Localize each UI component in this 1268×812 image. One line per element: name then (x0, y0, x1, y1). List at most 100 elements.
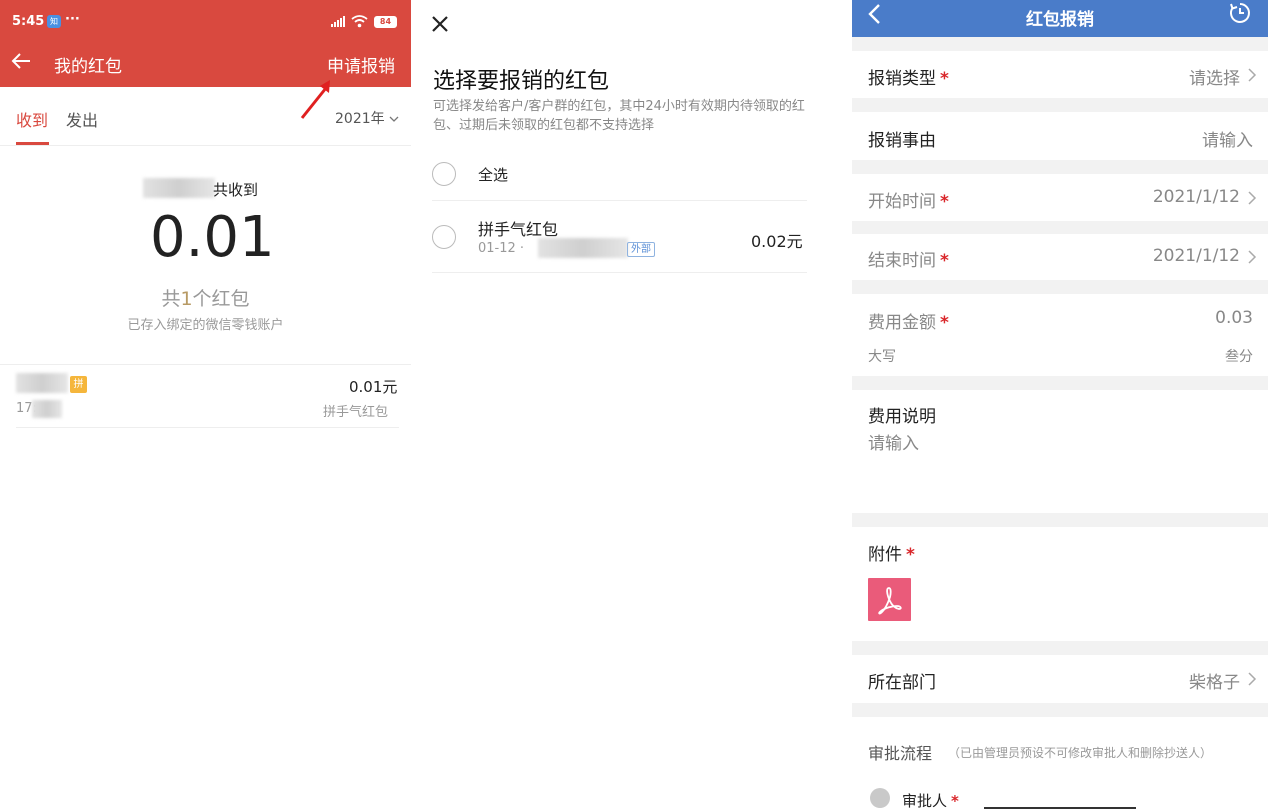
history-icon[interactable] (1228, 1, 1252, 25)
blurred-name (538, 238, 628, 258)
field-label: 报销事由 (868, 131, 936, 151)
tab-received[interactable]: 收到 (16, 107, 48, 131)
packet-count: 共1个红包 (0, 284, 411, 311)
signal-icon (331, 16, 345, 27)
annotation-arrow-icon (300, 80, 330, 119)
description: 可选择发给客户/客户群的红包，其中24小时有效期内待领取的红包、过期后未领取的红… (433, 99, 805, 133)
field-label-text: 附件 (868, 545, 902, 565)
field-description[interactable]: 费用说明 请输入 (852, 390, 1268, 513)
select-all-radio[interactable] (432, 162, 456, 186)
field-attachment: 附件 * (852, 527, 1268, 641)
page-title: 我的红包 (54, 57, 122, 77)
page-title: 红包报销 (1026, 10, 1094, 30)
blurred-time (32, 400, 62, 418)
chevron-right-icon (1248, 191, 1257, 205)
field-label: 费用金额 * (868, 308, 949, 333)
back-arrow-icon[interactable] (10, 50, 32, 72)
field-label: 开始时间 * (868, 187, 949, 212)
wallet-note: 已存入绑定的微信零钱账户 (127, 318, 284, 333)
field-label: 结束时间 * (868, 246, 949, 271)
pdf-symbol-icon (878, 587, 902, 615)
item-amount: 0.01元 (349, 378, 398, 396)
approver-label: 审批人 * (902, 790, 959, 811)
item-date: 01-12 · (478, 241, 525, 256)
field-amount[interactable]: 费用金额 * 0.03 大写 叁分 (852, 294, 1268, 376)
apply-reimbursement-button[interactable]: 申请报销 (327, 52, 395, 77)
divider (0, 364, 411, 365)
close-icon[interactable] (430, 14, 450, 34)
required-mark: * (906, 545, 915, 565)
field-label: 报销类型 * (868, 64, 949, 89)
external-badge: 外部 (627, 242, 655, 257)
caps-label: 大写 (868, 349, 896, 365)
status-bar: 5:45 知 ··· 84 (0, 8, 411, 36)
required-mark: * (951, 792, 959, 810)
status-time: 5:45 (12, 14, 45, 29)
count-prefix: 共 (161, 288, 181, 310)
field-start-time[interactable]: 开始时间 * 2021/1/12 (852, 174, 1268, 221)
field-value: 请选择 (1189, 69, 1240, 89)
chevron-right-icon (1248, 250, 1257, 264)
field-label: 审批流程 (868, 744, 933, 763)
wifi-icon (351, 15, 368, 28)
chevron-right-icon (1248, 68, 1257, 82)
tab-sent[interactable]: 发出 (66, 107, 98, 131)
field-value: 柴格子 (1189, 673, 1240, 693)
field-value: 2021/1/12 (1152, 187, 1240, 207)
divider (0, 145, 411, 146)
page-title: 选择要报销的红包 (433, 69, 610, 94)
approver-placeholder-bar (984, 807, 1136, 809)
field-label: 附件 * (868, 540, 915, 565)
caps-value: 叁分 (1225, 349, 1253, 365)
blurred-name (143, 178, 215, 198)
field-label-text: 开始时间 (868, 192, 936, 212)
select-packet-screen: 选择要报销的红包 可选择发给客户/客户群的红包，其中24小时有效期内待领取的红包… (411, 0, 852, 812)
divider (16, 427, 399, 428)
field-department[interactable]: 所在部门 柴格子 (852, 655, 1268, 703)
field-value: 2021/1/12 (1152, 246, 1240, 266)
battery-icon: 84 (374, 16, 397, 28)
red-packet-screen: 5:45 知 ··· 84 我的红包 申请报销 收到 发出 2021年 共收到 … (0, 0, 411, 812)
field-type[interactable]: 报销类型 * 请选择 (852, 51, 1268, 98)
divider (432, 200, 807, 201)
required-mark: * (940, 313, 949, 333)
required-mark: * (940, 192, 949, 212)
item-title: 拼手气红包 (478, 220, 559, 239)
reason-input[interactable]: 请输入 (1202, 126, 1253, 151)
app-header: 红包报销 (852, 0, 1268, 37)
select-all-label[interactable]: 全选 (478, 164, 508, 185)
pin-badge: 拼 (70, 376, 87, 393)
app-header: 5:45 知 ··· 84 我的红包 申请报销 (0, 0, 411, 87)
approver-label-text: 审批人 (902, 792, 948, 810)
flow-note: （已由管理员预设不可修改审批人和删除抄送人） (948, 746, 1213, 760)
field-label-text: 报销类型 (868, 69, 936, 89)
item-radio[interactable] (432, 225, 456, 249)
field-label: 费用说明 (868, 407, 936, 427)
field-reason[interactable]: 报销事由 请输入 (852, 112, 1268, 160)
year-label: 2021年 (335, 111, 385, 127)
field-label-text: 结束时间 (868, 251, 936, 271)
amount-input[interactable]: 0.03 (1215, 308, 1253, 328)
received-label: 共收到 (213, 181, 259, 199)
required-mark: * (940, 69, 949, 89)
chevron-right-icon (1248, 672, 1257, 686)
more-notifications-icon: ··· (65, 12, 80, 27)
app-notification-icon: 知 (47, 15, 61, 28)
item-type: 拼手气红包 (323, 405, 389, 420)
avatar (870, 788, 890, 808)
pdf-file-icon[interactable] (868, 578, 911, 621)
reimbursement-form-screen: 红包报销 报销类型 * 请选择 报销事由 请输入 开始时间 * 2021/1/12 … (852, 0, 1268, 812)
required-mark: * (940, 251, 949, 271)
year-selector[interactable]: 2021年 (335, 108, 399, 128)
count-suffix: 个红包 (192, 288, 250, 310)
field-label-text: 费用金额 (868, 313, 936, 333)
blurred-name (16, 373, 68, 393)
field-end-time[interactable]: 结束时间 * 2021/1/12 (852, 234, 1268, 280)
chevron-down-icon (389, 116, 399, 122)
description-input[interactable]: 请输入 (868, 429, 919, 454)
field-label: 所在部门 (868, 673, 936, 693)
divider (432, 272, 807, 273)
item-amount: 0.02元 (751, 232, 803, 251)
count-number: 1 (180, 288, 193, 310)
received-amount: 0.01 (150, 205, 275, 270)
